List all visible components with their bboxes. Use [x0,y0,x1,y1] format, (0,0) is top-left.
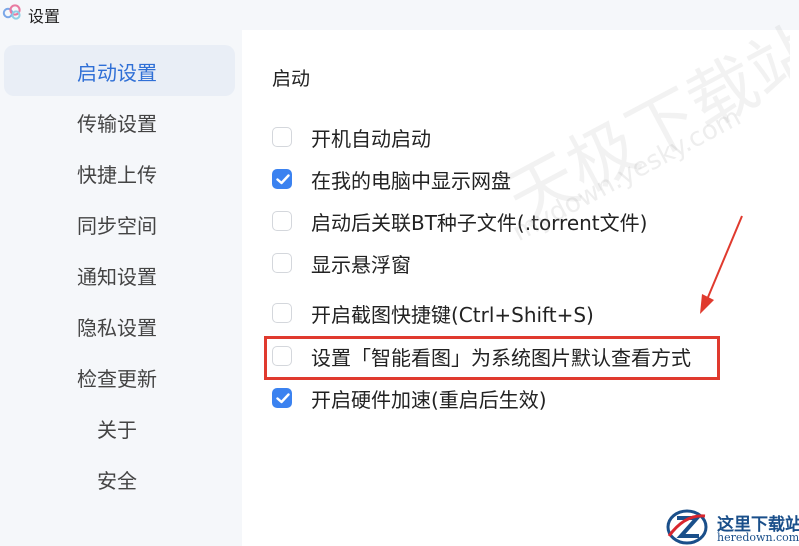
sidebar-item-about[interactable]: 关于 [4,402,235,453]
checkbox[interactable] [272,303,292,323]
settings-sidebar: 启动设置 传输设置 快捷上传 同步空间 通知设置 隐私设置 检查更新 关于 安全 [0,30,242,546]
sidebar-item-startup[interactable]: 启动设置 [4,45,235,96]
option-label: 启动后关联BT种子文件(.torrent文件) [311,210,648,235]
checkbox[interactable] [272,253,292,273]
section-title: 启动 [272,68,311,90]
option-default-image-viewer[interactable]: 设置「智能看图」为系统图片默认查看方式 [272,341,691,371]
sidebar-item-notifications[interactable]: 通知设置 [4,249,235,300]
option-label: 显示悬浮窗 [311,252,411,277]
checkbox[interactable] [272,211,292,231]
sidebar-item-sync-space[interactable]: 同步空间 [4,198,235,249]
sidebar-item-label: 同步空间 [77,214,157,238]
sidebar-item-label: 安全 [97,469,137,493]
sidebar-item-label: 检查更新 [77,367,157,391]
option-auto-start[interactable]: 开机自动启动 [272,122,431,152]
sidebar-item-check-update[interactable]: 检查更新 [4,351,235,402]
checkmark-icon [276,174,290,185]
checkbox[interactable] [272,169,292,189]
checkbox[interactable] [272,346,292,366]
option-hardware-acceleration[interactable]: 开启硬件加速(重启后生效) [272,383,547,413]
z-logo-icon [666,509,708,545]
settings-content: 启动 开机自动启动 在我的电脑中显示网盘 启动后关联BT种子文件(.torren… [242,30,799,546]
cloud-drive-logo-icon [2,4,21,20]
option-associate-torrent[interactable]: 启动后关联BT种子文件(.torrent文件) [272,206,647,236]
sidebar-item-label: 关于 [97,418,137,442]
option-label: 开启截图快捷键(Ctrl+Shift+S) [311,302,594,327]
checkbox[interactable] [272,388,292,408]
option-label: 设置「智能看图」为系统图片默认查看方式 [311,345,691,370]
site-logo: 这里下载站 heredown.com [663,507,799,546]
sidebar-item-label: 传输设置 [77,112,157,136]
sidebar-item-privacy[interactable]: 隐私设置 [4,300,235,351]
sidebar-item-quick-upload[interactable]: 快捷上传 [4,147,235,198]
sidebar-item-security[interactable]: 安全 [4,453,235,504]
title-bar: 设置 [0,0,799,30]
window-title: 设置 [28,7,61,26]
sidebar-item-label: 启动设置 [77,61,157,85]
settings-window: 设置 启动设置 传输设置 快捷上传 同步空间 通知设置 隐私设置 检查更新 关于… [0,0,799,546]
option-label: 在我的电脑中显示网盘 [311,168,511,193]
option-label: 开机自动启动 [311,126,431,151]
sidebar-item-label: 通知设置 [77,265,157,289]
sidebar-item-label: 隐私设置 [77,316,157,340]
option-show-in-my-computer[interactable]: 在我的电脑中显示网盘 [272,164,511,194]
sidebar-item-transfer[interactable]: 传输设置 [4,96,235,147]
sidebar-item-label: 快捷上传 [77,163,157,187]
checkbox[interactable] [272,127,292,147]
option-label: 开启硬件加速(重启后生效) [311,387,547,412]
site-logo-url: heredown.com [717,531,799,544]
option-screenshot-hotkey[interactable]: 开启截图快捷键(Ctrl+Shift+S) [272,298,594,328]
option-floating-window[interactable]: 显示悬浮窗 [272,248,411,278]
checkmark-icon [276,393,290,404]
